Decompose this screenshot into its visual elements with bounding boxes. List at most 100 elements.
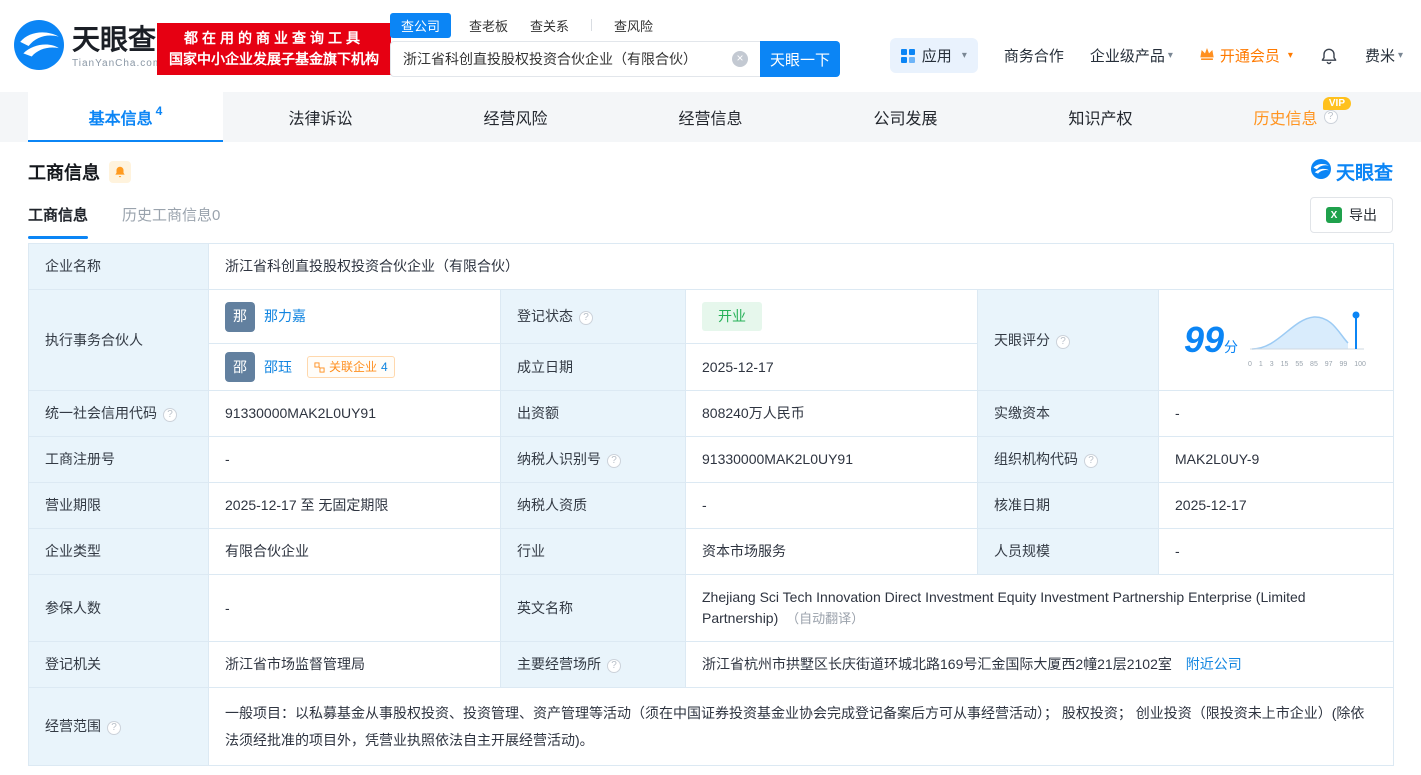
section-watermark-logo: 天眼查 — [1310, 158, 1393, 185]
search-tab-risk[interactable]: 查风险 — [614, 16, 653, 35]
enterprise-products-menu[interactable]: 企业级产品 ▾ — [1090, 45, 1173, 66]
staff-size-value: - — [1157, 528, 1395, 575]
table-row: 参保人数 - 英文名称 Zhejiang Sci Tech Innovation… — [28, 574, 1395, 642]
tab-operation-info[interactable]: 经营信息 — [613, 92, 808, 142]
search-button[interactable]: 天眼一下 — [760, 41, 840, 77]
user-menu[interactable]: 费米 ▾ — [1365, 45, 1403, 66]
tab-history-info[interactable]: VIP 历史信息 ? — [1198, 92, 1393, 142]
apps-label: 应用 — [921, 48, 952, 65]
slogan-line1: 都在用的商业查询工具 — [184, 30, 364, 46]
table-row: 登记机关 浙江省市场监督管理局 主要经营场所? 浙江省杭州市拱墅区长庆街道环城北… — [28, 641, 1395, 688]
related-icon — [314, 361, 325, 373]
establish-date-label: 成立日期 — [500, 343, 686, 391]
business-scope-value: 一般项目：以私募基金从事股权投资、投资管理、资产管理等活动（须在中国证券投资基金… — [207, 686, 1395, 767]
subtab-row: 工商信息 历史工商信息0 X 导出 — [0, 191, 1421, 239]
reg-authority-value: 浙江省市场监督管理局 — [208, 641, 501, 688]
top-header: 天眼查 TianYanCha.com 都在用的商业查询工具 国家中小企业发展子基… — [0, 0, 1421, 92]
credit-code-label-text: 统一社会信用代码 — [45, 405, 157, 421]
table-row: 工商注册号 - 纳税人识别号? 91330000MAK2L0UY91 组织机构代… — [28, 436, 1395, 483]
taxpayer-quality-label: 纳税人资质 — [500, 482, 686, 529]
subscribe-bell-icon[interactable] — [109, 160, 131, 183]
slogan-line2: 国家中小企业发展子基金旗下机构 — [169, 51, 379, 67]
tab-intellectual-property[interactable]: 知识产权 — [1003, 92, 1198, 142]
subtab-history-business-info[interactable]: 历史工商信息0 — [122, 204, 220, 239]
subtab-business-info[interactable]: 工商信息 — [28, 204, 89, 239]
chevron-down-icon: ▾ — [1397, 50, 1403, 61]
search-tab-company[interactable]: 查公司 — [390, 12, 452, 38]
related-companies-badge[interactable]: 关联企业 4 — [307, 356, 395, 378]
industry-label: 行业 — [500, 528, 686, 575]
address-cell: 浙江省杭州市拱墅区长庆街道环城北路169号汇金国际大厦西2幢21层2102室 附… — [684, 641, 1395, 688]
tab-basic-info[interactable]: 基本信息 4 — [28, 92, 223, 142]
search-box: × 天眼一下 — [390, 41, 840, 77]
company-type-value: 有限合伙企业 — [208, 528, 501, 575]
tab-legal-proceedings-label: 法律诉讼 — [288, 111, 353, 128]
search-tab-relation[interactable]: 查关系 — [530, 16, 569, 35]
search-input[interactable] — [403, 51, 732, 67]
notification-bell-icon[interactable] — [1319, 46, 1339, 66]
search-input-wrap: × — [390, 41, 760, 77]
status-badge: 开业 — [702, 302, 762, 331]
partner-link-1[interactable]: 那力嘉 — [264, 306, 306, 327]
score-label-text: 天眼评分 — [994, 331, 1050, 348]
table-row: 企业类型 有限合伙企业 行业 资本市场服务 人员规模 - — [28, 528, 1395, 575]
nearby-companies-link[interactable]: 附近公司 — [1186, 656, 1242, 672]
export-button[interactable]: X 导出 — [1310, 197, 1393, 233]
establish-date-value: 2025-12-17 — [685, 343, 978, 391]
address-label: 主要经营场所? — [500, 641, 686, 688]
help-icon[interactable]: ? — [579, 311, 593, 325]
help-icon[interactable]: ? — [163, 408, 177, 422]
help-icon[interactable]: ? — [1323, 110, 1338, 124]
table-row: 营业期限 2025-12-17 至 无固定期限 纳税人资质 - 核准日期 202… — [28, 482, 1395, 529]
related-badge-label: 关联企业 — [329, 360, 378, 374]
credit-code-label: 统一社会信用代码? — [28, 390, 209, 437]
credit-code-value: 91330000MAK2L0UY91 — [208, 390, 501, 437]
tianyancha-logo-icon — [14, 20, 64, 75]
score-label: 天眼评分? — [977, 289, 1159, 391]
industry-value: 资本市场服务 — [685, 528, 978, 575]
open-vip-label: 开通会员 — [1219, 48, 1280, 65]
approval-date-value: 2025-12-17 — [1157, 482, 1395, 529]
help-icon[interactable]: ? — [607, 659, 621, 673]
business-term-value: 2025-12-17 至 无固定期限 — [208, 482, 501, 529]
tab-company-development[interactable]: 公司发展 — [808, 92, 1003, 142]
crown-icon — [1199, 47, 1215, 65]
tianyancha-logo[interactable]: 天眼查 TianYanCha.com — [14, 20, 162, 75]
subtab-history-count: 0 — [212, 207, 221, 224]
open-vip-menu[interactable]: 开通会员 ▾ — [1199, 45, 1293, 66]
avatar: 邵 — [225, 352, 255, 382]
apps-menu[interactable]: 应用 ▾ — [889, 38, 978, 73]
vip-badge: VIP — [1322, 97, 1351, 110]
help-icon[interactable]: ? — [607, 454, 621, 468]
excel-icon: X — [1326, 207, 1342, 223]
org-code-value: MAK2L0UY-9 — [1157, 436, 1395, 483]
org-code-label: 组织机构代码? — [977, 436, 1159, 483]
partner-cell-2: 邵 邵珏 关联企业 4 — [208, 343, 501, 391]
reg-status-label-text: 登记状态 — [517, 308, 573, 324]
score-axis-labels: 0 1 3 15 55 85 97 99 100 — [1248, 361, 1366, 369]
business-cooperation-link[interactable]: 商务合作 — [1004, 45, 1064, 66]
help-icon[interactable]: ? — [1056, 334, 1070, 349]
reg-authority-label: 登记机关 — [28, 641, 209, 688]
apps-grid-icon — [900, 48, 915, 63]
partner-link-2[interactable]: 邵珏 — [264, 357, 292, 378]
executive-partner-label: 执行事务合伙人 — [28, 289, 209, 391]
clear-search-icon[interactable]: × — [732, 51, 748, 67]
chevron-down-icon: ▾ — [1287, 50, 1293, 61]
insured-value: - — [208, 574, 501, 642]
score-cell: 99分 0 1 3 15 55 85 97 99 100 — [1157, 289, 1395, 391]
tab-intellectual-property-label: 知识产权 — [1068, 111, 1133, 128]
tab-operation-risk[interactable]: 经营风险 — [418, 92, 613, 142]
export-label: 导出 — [1349, 207, 1377, 223]
english-name-label: 英文名称 — [500, 574, 686, 642]
help-icon[interactable]: ? — [1084, 454, 1098, 468]
business-term-label: 营业期限 — [28, 482, 209, 529]
reg-status-label: 登记状态? — [500, 289, 686, 344]
tab-basic-info-count: 4 — [155, 104, 163, 118]
brand-slogan: 都在用的商业查询工具 国家中小企业发展子基金旗下机构 — [157, 23, 391, 75]
tab-legal-proceedings[interactable]: 法律诉讼 — [223, 92, 418, 142]
watermark-brand-label: 天眼查 — [1335, 163, 1393, 184]
table-row: 企业名称 浙江省科创直投股权投资合伙企业（有限合伙） — [28, 243, 1395, 290]
search-tab-boss[interactable]: 查老板 — [469, 16, 508, 35]
help-icon[interactable]: ? — [107, 721, 121, 736]
